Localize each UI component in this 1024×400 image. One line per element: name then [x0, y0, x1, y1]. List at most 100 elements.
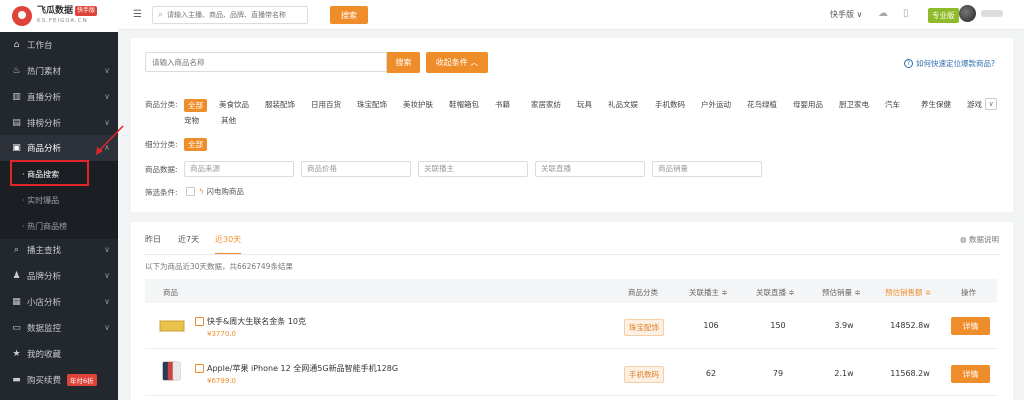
detail-button[interactable]: 详情	[951, 317, 990, 335]
sidebar-item-label: 数据监控	[27, 324, 62, 334]
category-item[interactable]: 美食饮品	[219, 99, 249, 110]
annotation-arrow	[96, 125, 124, 155]
select-related-anchor[interactable]: 关联播主	[418, 161, 528, 177]
col-revenue[interactable]: 预估销售额 ≑	[885, 287, 931, 298]
category-item[interactable]: 游戏	[967, 99, 982, 110]
flash-checkbox[interactable]	[186, 187, 195, 196]
category-item[interactable]: 珠宝配饰	[357, 99, 387, 110]
sidebar-item-renew[interactable]: ▬ 购买续费 年付6折	[0, 367, 118, 393]
cloud-icon[interactable]: ☁	[878, 8, 888, 19]
category-item[interactable]: 全部	[184, 99, 207, 112]
result-summary: 以下为商品近30天数据，共6626749条结果	[145, 262, 293, 271]
sidebar-item-label: 播主查找	[27, 246, 62, 256]
sidebar-subitem-hot-list[interactable]: · 热门商品榜	[0, 213, 118, 239]
select-product-sales[interactable]: 商品销量	[652, 161, 762, 177]
global-search[interactable]: ⌕	[152, 6, 308, 24]
discount-badge: 年付6折	[67, 374, 97, 386]
lives-value: 150	[770, 321, 786, 330]
monitor-icon: ▭	[12, 322, 21, 333]
category-item[interactable]: 手机数码	[655, 99, 685, 110]
sidebar-item-label: 我的收藏	[27, 350, 62, 360]
tab-yesterday[interactable]: 昨日	[145, 234, 161, 245]
category-item[interactable]: 厨卫家电	[839, 99, 869, 110]
col-anchors[interactable]: 关联播主 ≑	[689, 287, 728, 298]
chevron-down-icon: ∨	[104, 323, 110, 332]
col-product: 商品	[163, 288, 178, 297]
category-item[interactable]: 玩具	[577, 99, 592, 110]
col-sales[interactable]: 预估销量 ≑	[822, 287, 861, 298]
category-item[interactable]: 鞋帽箱包	[449, 99, 479, 110]
product-price: ¥3770.0	[207, 330, 236, 338]
anchors-value: 62	[705, 369, 717, 378]
sidebar-item-monitor[interactable]: ▭ 数据监控 ∨	[0, 315, 118, 341]
product-name[interactable]: 快手&周大生联名金条 10克	[207, 316, 306, 327]
category-item[interactable]: 礼品文娱	[608, 99, 638, 110]
data-note-link[interactable]: ◍ 数据说明	[960, 234, 999, 245]
phone-icon[interactable]: ▯	[903, 8, 909, 19]
chevron-down-icon: ∨	[104, 297, 110, 306]
lives-value: 79	[772, 369, 784, 378]
gold-bar-thumbnail[interactable]	[159, 315, 185, 337]
product-search-input[interactable]	[145, 52, 387, 72]
sidebar-subitem-realtime-hot[interactable]: · 实时爆品	[0, 187, 118, 213]
sales-value: 2.1w	[834, 369, 854, 378]
lightning-icon: ϟ	[199, 187, 204, 196]
category-item[interactable]: 其他	[221, 115, 236, 126]
cart-icon: ▬	[12, 374, 21, 385]
select-product-price[interactable]: 商品价格	[301, 161, 411, 177]
revenue-value: 11568.2w	[890, 369, 930, 378]
sidebar-item-favorites[interactable]: ★ 我的收藏	[0, 341, 118, 367]
question-icon: ?	[904, 59, 914, 68]
table-row[interactable]: Apple/苹果 iPhone 12 全网通5G新品智能手机128G ¥6799…	[145, 350, 997, 396]
select-product-source[interactable]: 商品来源	[184, 161, 294, 177]
category-item[interactable]: 花鸟绿植	[747, 99, 777, 110]
expand-categories-icon[interactable]: ∨	[985, 98, 997, 110]
sidebar-item-brand[interactable]: ♟ 品牌分析 ∨	[0, 263, 118, 289]
sidebar-item-store[interactable]: ▦ 小店分析 ∨	[0, 289, 118, 315]
category-item[interactable]: 服装配饰	[265, 99, 295, 110]
table-row[interactable]: 快手&周大生联名金条 10克 ¥3770.0 珠宝配饰 106 150 3.9w…	[145, 303, 997, 349]
global-search-button[interactable]: 搜索	[330, 6, 368, 24]
category-item[interactable]: 书籍	[495, 99, 510, 110]
category-item[interactable]: 宠物	[184, 115, 199, 126]
filter-panel: 搜索 收起条件 ︿ ?如何快速定位爆款商品? 商品分类: 全部 美食饮品 服装配饰 日…	[131, 38, 1013, 212]
select-related-live[interactable]: 关联直播	[535, 161, 645, 177]
tab-7days[interactable]: 近7天	[178, 234, 199, 245]
annotation-highlight-box	[10, 160, 89, 186]
sidebar-item-label: 购买续费	[27, 376, 62, 386]
iphone-thumbnail[interactable]	[159, 360, 185, 382]
col-category: 商品分类	[628, 288, 658, 297]
username-blurred[interactable]	[981, 10, 1003, 17]
help-link[interactable]: ? 如何快速定位爆款商品?	[904, 58, 995, 69]
global-search-input[interactable]	[167, 11, 298, 19]
category-item[interactable]: 美妆护肤	[403, 99, 433, 110]
category-item[interactable]: 日用百货	[311, 99, 341, 110]
avatar[interactable]	[959, 5, 976, 22]
subcategory-all[interactable]: 全部	[184, 138, 207, 151]
collapse-filters-button[interactable]: 收起条件 ︿	[426, 52, 488, 73]
detail-button[interactable]: 详情	[951, 365, 990, 383]
category-item[interactable]: 汽车	[885, 99, 900, 110]
category-item[interactable]: 母婴用品	[793, 99, 823, 110]
chevron-down-icon: ∨	[104, 271, 110, 280]
category-item[interactable]: 户外运动	[701, 99, 731, 110]
info-icon: ◍	[960, 235, 967, 244]
sidebar-item-anchor-search[interactable]: ⌕ 播主查找 ∨	[0, 237, 118, 263]
tab-30days[interactable]: 近30天	[215, 234, 242, 255]
product-name[interactable]: Apple/苹果 iPhone 12 全网通5G新品智能手机128G	[207, 363, 398, 374]
product-search-button[interactable]: 搜索	[387, 52, 420, 73]
flash-option[interactable]: ϟ 闪电购商品	[199, 186, 244, 197]
pro-version-badge[interactable]: 专业版	[928, 8, 959, 23]
star-icon: ★	[12, 348, 21, 359]
category-item[interactable]: 家居家纺	[531, 99, 561, 110]
category-tag: 珠宝配饰	[624, 319, 664, 336]
top-bar: ☰ ⌕ 搜索 快手版 ∨ ☁ ▯ 专业版	[118, 0, 1024, 30]
menu-toggle-icon[interactable]: ☰	[133, 9, 142, 20]
col-lives[interactable]: 关联直播 ≑	[756, 287, 795, 298]
category-label: 商品分类:	[145, 100, 178, 109]
brand-icon: ♟	[12, 270, 21, 281]
category-item[interactable]: 养生保健	[921, 99, 951, 110]
platform-switcher[interactable]: 快手版 ∨	[830, 9, 862, 20]
product-price: ¥6799.0	[207, 377, 236, 385]
tab-divider	[145, 254, 999, 255]
